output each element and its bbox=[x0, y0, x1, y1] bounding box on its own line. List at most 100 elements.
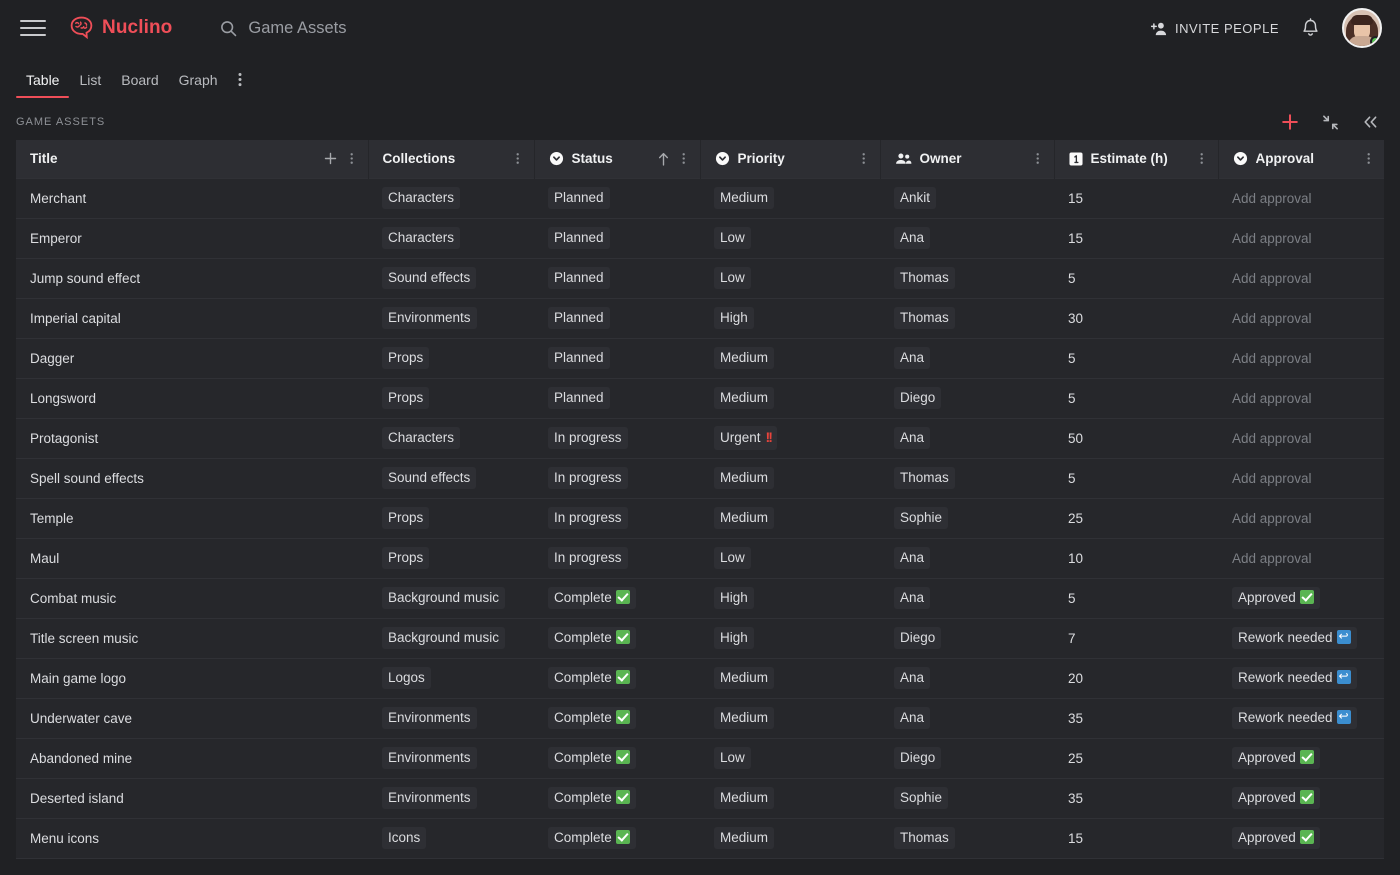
cell-status[interactable]: Complete bbox=[534, 618, 700, 659]
cell-estimate[interactable]: 5 bbox=[1054, 258, 1218, 299]
cell-collection[interactable]: Background music bbox=[368, 618, 534, 659]
cell-priority[interactable]: Medium bbox=[700, 498, 880, 539]
notifications-bell-icon[interactable] bbox=[1301, 17, 1320, 39]
cell-collection[interactable]: Props bbox=[368, 538, 534, 579]
cell-status[interactable]: Planned bbox=[534, 378, 700, 419]
cell-collection[interactable]: Props bbox=[368, 338, 534, 379]
cell-approval[interactable]: Approved bbox=[1218, 578, 1384, 619]
cell-status[interactable]: Complete bbox=[534, 578, 700, 619]
cell-status[interactable]: In progress bbox=[534, 458, 700, 499]
cell-owner[interactable]: Diego bbox=[880, 618, 1054, 659]
invite-people-button[interactable]: INVITE PEOPLE bbox=[1150, 21, 1279, 36]
cell-approval[interactable]: Rework needed bbox=[1218, 658, 1384, 699]
tab-list[interactable]: List bbox=[69, 73, 111, 98]
cell-estimate[interactable]: 7 bbox=[1054, 618, 1218, 659]
cell-status[interactable]: Complete bbox=[534, 698, 700, 739]
table-row[interactable]: Jump sound effect Sound effects Planned Low… bbox=[16, 258, 1384, 299]
cell-owner[interactable]: Ana bbox=[880, 418, 1054, 459]
cell-title[interactable]: Underwater cave bbox=[16, 698, 368, 739]
menu-icon[interactable] bbox=[20, 15, 46, 41]
cell-approval[interactable]: Add approval bbox=[1218, 177, 1384, 219]
cell-priority[interactable]: Medium bbox=[700, 698, 880, 739]
cell-priority[interactable]: Low bbox=[700, 738, 880, 779]
column-menu-icon[interactable] bbox=[350, 152, 353, 165]
table-row[interactable]: Combat music Background music Complete High… bbox=[16, 578, 1384, 619]
cell-collection[interactable]: Sound effects bbox=[368, 258, 534, 299]
table-row[interactable]: Deserted island Environments Complete Mediu… bbox=[16, 778, 1384, 819]
cell-status[interactable]: Complete bbox=[534, 778, 700, 819]
cell-collection[interactable]: Background music bbox=[368, 578, 534, 619]
cell-title[interactable]: Merchant bbox=[16, 177, 368, 219]
cell-status[interactable]: Planned bbox=[534, 218, 700, 259]
table-row[interactable]: Temple Props In progress Medium Sophie 25 Add … bbox=[16, 498, 1384, 539]
cell-estimate[interactable]: 5 bbox=[1054, 378, 1218, 419]
cell-estimate[interactable]: 5 bbox=[1054, 338, 1218, 379]
table-row[interactable]: Abandoned mine Environments Complete Low Die… bbox=[16, 738, 1384, 779]
cell-title[interactable]: Main game logo bbox=[16, 658, 368, 699]
cell-owner[interactable]: Diego bbox=[880, 738, 1054, 779]
cell-estimate[interactable]: 25 bbox=[1054, 498, 1218, 539]
cell-status[interactable]: Planned bbox=[534, 338, 700, 379]
cell-collection[interactable]: Characters bbox=[368, 218, 534, 259]
cell-approval[interactable]: Add approval bbox=[1218, 258, 1384, 299]
cell-priority[interactable]: Medium bbox=[700, 658, 880, 699]
cell-estimate[interactable]: 15 bbox=[1054, 818, 1218, 859]
cell-title[interactable]: Combat music bbox=[16, 578, 368, 619]
cell-owner[interactable]: Thomas bbox=[880, 258, 1054, 299]
cell-priority[interactable]: High bbox=[700, 578, 880, 619]
cell-title[interactable]: Deserted island bbox=[16, 778, 368, 819]
cell-status[interactable]: Planned bbox=[534, 298, 700, 339]
cell-title[interactable]: Menu icons bbox=[16, 818, 368, 859]
cell-title[interactable]: Spell sound effects bbox=[16, 458, 368, 499]
column-header-title[interactable]: Title bbox=[16, 140, 369, 178]
table-row[interactable]: Longsword Props Planned Medium Diego 5 Add app… bbox=[16, 378, 1384, 419]
cell-estimate[interactable]: 5 bbox=[1054, 578, 1218, 619]
cell-owner[interactable]: Ana bbox=[880, 338, 1054, 379]
cell-collection[interactable]: Props bbox=[368, 498, 534, 539]
tab-board[interactable]: Board bbox=[111, 73, 168, 98]
cell-collection[interactable]: Environments bbox=[368, 738, 534, 779]
brand-logo-link[interactable]: Nuclino bbox=[68, 16, 172, 40]
cell-estimate[interactable]: 20 bbox=[1054, 658, 1218, 699]
cell-collection[interactable]: Sound effects bbox=[368, 458, 534, 499]
cell-collection[interactable]: Logos bbox=[368, 658, 534, 699]
cell-priority[interactable]: Low bbox=[700, 218, 880, 259]
table-row[interactable]: Main game logo Logos Complete Medium Ana 20 Re… bbox=[16, 658, 1384, 699]
table-row[interactable]: Title screen music Background music Comple… bbox=[16, 618, 1384, 659]
cell-collection[interactable]: Props bbox=[368, 378, 534, 419]
cell-owner[interactable]: Ana bbox=[880, 578, 1054, 619]
cell-title[interactable]: Abandoned mine bbox=[16, 738, 368, 779]
cell-collection[interactable]: Environments bbox=[368, 778, 534, 819]
table-row[interactable]: Merchant Characters Planned Medium Ankit 15 Ad… bbox=[16, 177, 1384, 219]
cell-collection[interactable]: Environments bbox=[368, 698, 534, 739]
cell-status[interactable]: Planned bbox=[534, 258, 700, 299]
cell-owner[interactable]: Sophie bbox=[880, 498, 1054, 539]
cell-approval[interactable]: Approved bbox=[1218, 778, 1384, 819]
cell-status[interactable]: In progress bbox=[534, 538, 700, 579]
cell-estimate[interactable]: 15 bbox=[1054, 177, 1218, 219]
cell-approval[interactable]: Add approval bbox=[1218, 378, 1384, 419]
table-row[interactable]: Emperor Characters Planned Low Ana 15 Add appr… bbox=[16, 218, 1384, 259]
cell-priority[interactable]: Low bbox=[700, 258, 880, 299]
cell-title[interactable]: Protagonist bbox=[16, 418, 368, 459]
cell-priority[interactable]: Medium bbox=[700, 378, 880, 419]
column-header-owner[interactable]: Owner bbox=[880, 140, 1055, 178]
cell-owner[interactable]: Sophie bbox=[880, 778, 1054, 819]
cell-priority[interactable]: Medium bbox=[700, 177, 880, 219]
cell-collection[interactable]: Environments bbox=[368, 298, 534, 339]
cell-collection[interactable]: Characters bbox=[368, 418, 534, 459]
cell-owner[interactable]: Ana bbox=[880, 538, 1054, 579]
table-row[interactable]: Dagger Props Planned Medium Ana 5 Add approval bbox=[16, 338, 1384, 379]
cell-estimate[interactable]: 50 bbox=[1054, 418, 1218, 459]
cell-title[interactable]: Emperor bbox=[16, 218, 368, 259]
cell-approval[interactable]: Approved bbox=[1218, 738, 1384, 779]
cell-priority[interactable]: High bbox=[700, 618, 880, 659]
cell-priority[interactable]: Medium bbox=[700, 778, 880, 819]
cell-priority[interactable]: Medium bbox=[700, 338, 880, 379]
add-row-button[interactable] bbox=[1280, 112, 1300, 132]
table-row[interactable]: Maul Props In progress Low Ana 10 Add approval bbox=[16, 538, 1384, 579]
table-row[interactable]: Imperial capital Environments Planned High T… bbox=[16, 298, 1384, 339]
cell-estimate[interactable]: 30 bbox=[1054, 298, 1218, 339]
cell-collection[interactable]: Characters bbox=[368, 177, 534, 219]
cell-approval[interactable]: Add approval bbox=[1218, 338, 1384, 379]
